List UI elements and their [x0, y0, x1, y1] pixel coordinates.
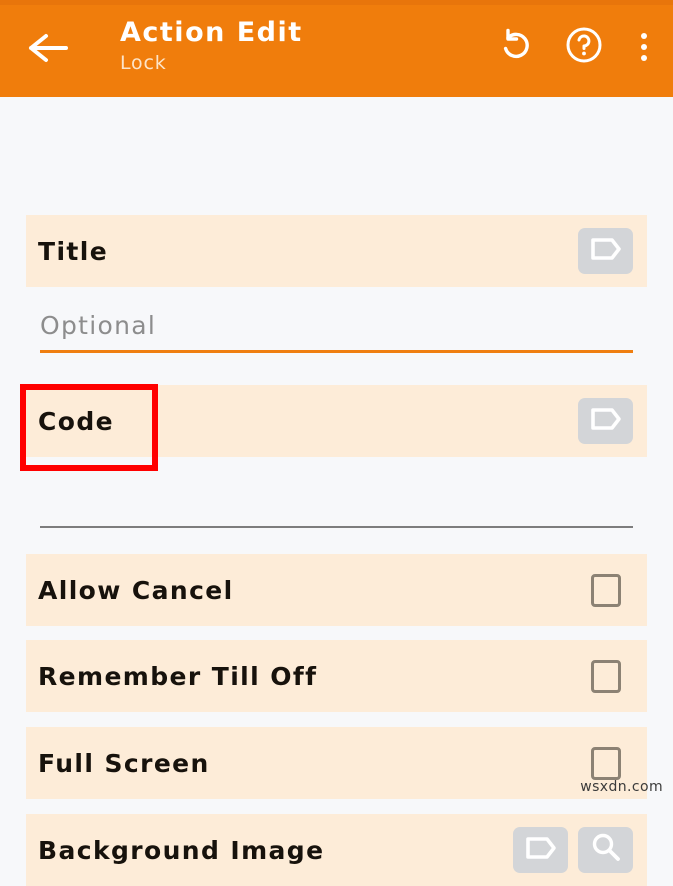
row-remember-till-off[interactable]: Remember Till Off [26, 640, 647, 712]
row-actions-background-image [513, 827, 633, 873]
code-input-value [40, 487, 633, 526]
status-strip [0, 0, 673, 5]
help-icon [564, 25, 604, 69]
row-label-remember-till-off: Remember Till Off [38, 661, 318, 691]
row-background-image[interactable]: Background Image [26, 814, 647, 886]
row-label-title: Title [38, 236, 109, 266]
full-screen-checkbox[interactable] [591, 746, 621, 780]
undo-icon [498, 27, 534, 67]
page-title: Action Edit [120, 17, 303, 48]
arrow-left-icon [28, 33, 68, 67]
app-bar: Action Edit Lock [0, 0, 673, 97]
row-title[interactable]: Title [26, 215, 647, 287]
row-actions-remember-till-off [591, 659, 633, 693]
page-subtitle: Lock [120, 51, 167, 74]
help-button[interactable] [563, 26, 605, 68]
row-actions-code [578, 398, 633, 444]
remember-till-off-checkbox[interactable] [591, 659, 621, 693]
overflow-menu-icon [641, 44, 647, 50]
tag-icon [588, 234, 624, 268]
title-block: Action Edit Lock [120, 18, 303, 74]
search-icon [589, 831, 623, 869]
row-full-screen[interactable]: Full Screen [26, 727, 647, 799]
allow-cancel-checkbox[interactable] [591, 573, 621, 607]
background-image-search-button[interactable] [578, 827, 633, 873]
code-input-underline [40, 526, 633, 528]
row-label-allow-cancel: Allow Cancel [38, 575, 234, 605]
undo-button[interactable] [495, 26, 537, 68]
overflow-menu-icon [641, 33, 647, 39]
overflow-menu-icon [641, 55, 647, 61]
title-input-placeholder: Optional [40, 311, 157, 340]
app-bar-actions [495, 26, 657, 68]
row-label-code: Code [38, 406, 114, 436]
row-actions-title [578, 228, 633, 274]
tag-icon [523, 833, 559, 867]
row-allow-cancel[interactable]: Allow Cancel [26, 554, 647, 626]
title-input[interactable]: Optional [40, 311, 633, 353]
row-label-full-screen: Full Screen [38, 748, 210, 778]
background-image-tag-button[interactable] [513, 827, 568, 873]
watermark: wsxdn.com [580, 779, 663, 795]
row-actions-allow-cancel [591, 573, 633, 607]
code-input[interactable] [40, 487, 633, 528]
row-code[interactable]: Code [26, 385, 647, 457]
code-tag-button[interactable] [578, 398, 633, 444]
overflow-menu-button[interactable] [631, 26, 657, 68]
title-tag-button[interactable] [578, 228, 633, 274]
title-input-underline [40, 350, 633, 353]
row-actions-full-screen [591, 746, 633, 780]
back-button[interactable] [25, 30, 71, 70]
row-label-background-image: Background Image [38, 835, 325, 865]
tag-icon [588, 404, 624, 438]
